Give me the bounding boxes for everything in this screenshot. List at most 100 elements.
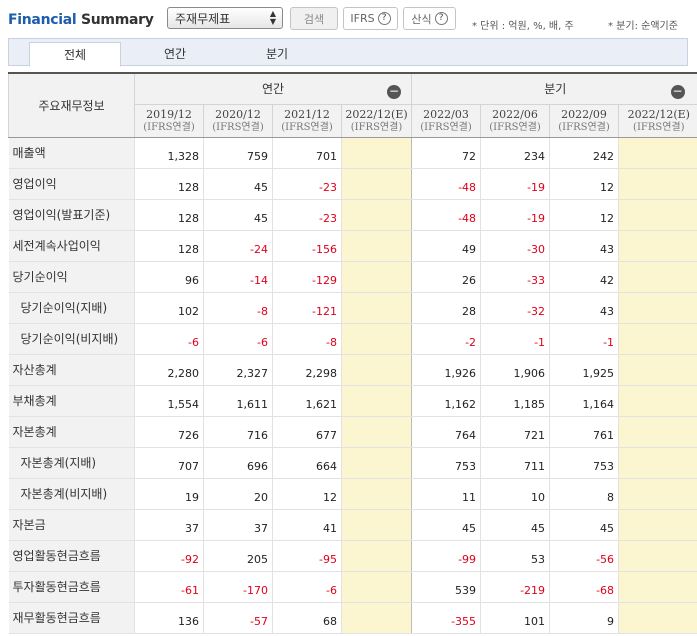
table-cell: -219 bbox=[480, 571, 550, 603]
table-cell: 1,611 bbox=[203, 385, 273, 417]
table-cell: 12 bbox=[549, 199, 619, 231]
table-cell: 8 bbox=[549, 478, 619, 510]
period-tabs: 전체 연간 분기 bbox=[8, 38, 688, 67]
table-cell: -30 bbox=[480, 230, 550, 262]
row-label: 당기순이익 bbox=[8, 261, 135, 293]
row-label: 자본금 bbox=[8, 509, 135, 541]
tab-annual[interactable]: 연간 bbox=[129, 42, 221, 66]
table-cell bbox=[340, 540, 412, 572]
table-cell bbox=[340, 602, 412, 634]
row-label: 투자활동현금흐름 bbox=[8, 571, 135, 603]
table-cell bbox=[618, 168, 697, 200]
row-label: 자본총계(지배) bbox=[8, 447, 135, 479]
table-cell: 41 bbox=[272, 509, 342, 541]
table-cell: 234 bbox=[480, 137, 550, 169]
period-basis: (IFRS연결) bbox=[212, 121, 264, 133]
table-row: 투자활동현금흐름 -61 -170 -6 539 -219 -68 bbox=[8, 571, 697, 603]
statement-type-select[interactable]: 주재무제표 ▲ ▼ bbox=[167, 7, 283, 29]
table-cell bbox=[340, 447, 412, 479]
table-cell: -355 bbox=[411, 602, 481, 634]
period-basis: (IFRS연결) bbox=[281, 121, 333, 133]
row-label: 세전계속사업이익 bbox=[8, 230, 135, 262]
collapse-annual-icon[interactable]: − bbox=[387, 85, 402, 99]
table-cell: -156 bbox=[272, 230, 342, 262]
table-cell bbox=[340, 323, 412, 355]
tab-quarterly[interactable]: 분기 bbox=[231, 42, 323, 66]
table-cell bbox=[340, 385, 412, 417]
table-cell: -121 bbox=[272, 292, 342, 324]
table-cell: -99 bbox=[411, 540, 481, 572]
table-cell: 753 bbox=[411, 447, 481, 479]
table-cell: 2,327 bbox=[203, 354, 273, 386]
table-cell: 20 bbox=[203, 478, 273, 510]
search-button-label: 검색 bbox=[303, 12, 325, 26]
table-cell: 664 bbox=[272, 447, 342, 479]
table-cell bbox=[618, 137, 697, 169]
financial-summary-table: 주요재무정보 연간 − 분기 − 2019/12 (IFRS연결) 2020/12(… bbox=[8, 72, 697, 634]
table-cell: 9 bbox=[549, 602, 619, 634]
period-header: 2020/12 (IFRS연결) bbox=[203, 103, 273, 138]
table-cell: 1,554 bbox=[134, 385, 204, 417]
period-header: 2022/06 (IFRS연결) bbox=[480, 103, 550, 138]
table-cell bbox=[340, 261, 412, 293]
table-cell: -23 bbox=[272, 199, 342, 231]
select-arrows-icon: ▲ ▼ bbox=[269, 9, 276, 26]
tab-all[interactable]: 전체 bbox=[29, 42, 121, 67]
table-cell bbox=[340, 416, 412, 448]
formula-help-button[interactable]: 산식 ? bbox=[403, 7, 456, 30]
period-header: 2022/03 (IFRS연결) bbox=[411, 103, 481, 138]
table-cell bbox=[340, 509, 412, 541]
table-cell: 45 bbox=[480, 509, 550, 541]
period-basis: (IFRS연결) bbox=[420, 121, 472, 133]
period-basis: (IFRS연결) bbox=[350, 121, 403, 133]
row-label: 자본총계 bbox=[8, 416, 135, 448]
table-cell bbox=[618, 292, 697, 324]
row-label: 영업이익 bbox=[8, 168, 135, 200]
search-button[interactable]: 검색 bbox=[290, 7, 338, 30]
table-cell: 42 bbox=[549, 261, 619, 293]
table-cell bbox=[618, 323, 697, 355]
table-cell: 1,926 bbox=[411, 354, 481, 386]
table-cell bbox=[340, 292, 412, 324]
table-cell: -8 bbox=[203, 292, 273, 324]
table-cell: 72 bbox=[411, 137, 481, 169]
table-cell: -14 bbox=[203, 261, 273, 293]
table-cell: 10 bbox=[480, 478, 550, 510]
table-cell: 205 bbox=[203, 540, 273, 572]
period-header: 2021/12 (IFRS연결) bbox=[272, 103, 342, 138]
table-cell bbox=[340, 478, 412, 510]
row-label: 당기순이익(비지배) bbox=[8, 323, 135, 355]
table-cell: -56 bbox=[549, 540, 619, 572]
row-label: 부채총계 bbox=[8, 385, 135, 417]
period-label: 2022/03 bbox=[423, 107, 469, 121]
select-value: 주재무제표 bbox=[175, 12, 231, 26]
table-cell: -48 bbox=[411, 199, 481, 231]
title-financial: Financial bbox=[8, 12, 77, 28]
table-cell: -2 bbox=[411, 323, 481, 355]
table-cell: 12 bbox=[549, 168, 619, 200]
table-row: 자본총계(지배) 707 696 664 753 711 753 bbox=[8, 447, 697, 479]
row-label: 재무활동현금흐름 bbox=[8, 602, 135, 634]
table-cell: 45 bbox=[203, 199, 273, 231]
table-row: 영업이익(발표기준) 128 45 -23 -48 -19 12 bbox=[8, 199, 697, 231]
table-cell: 43 bbox=[549, 292, 619, 324]
table-cell: 242 bbox=[549, 137, 619, 169]
table-cell: -33 bbox=[480, 261, 550, 293]
table-cell: 701 bbox=[272, 137, 342, 169]
table-row: 자본총계(비지배) 19 20 12 11 10 8 bbox=[8, 478, 697, 510]
period-label: 2020/12 bbox=[215, 107, 261, 121]
table-cell: 68 bbox=[272, 602, 342, 634]
quarter-group-header: 분기 − bbox=[411, 72, 697, 104]
table-cell: 539 bbox=[411, 571, 481, 603]
collapse-quarter-icon[interactable]: − bbox=[670, 85, 685, 99]
ifrs-help-button[interactable]: IFRS ? bbox=[343, 7, 398, 30]
table-cell bbox=[618, 447, 697, 479]
table-cell: 721 bbox=[480, 416, 550, 448]
table-cell: -170 bbox=[203, 571, 273, 603]
table-cell: 128 bbox=[134, 199, 204, 231]
period-label: 2022/12(E) bbox=[345, 107, 408, 121]
table-cell: 759 bbox=[203, 137, 273, 169]
table-cell bbox=[340, 137, 412, 169]
table-cell: 1,328 bbox=[134, 137, 204, 169]
table-row: 세전계속사업이익 128 -24 -156 49 -30 43 bbox=[8, 230, 697, 262]
